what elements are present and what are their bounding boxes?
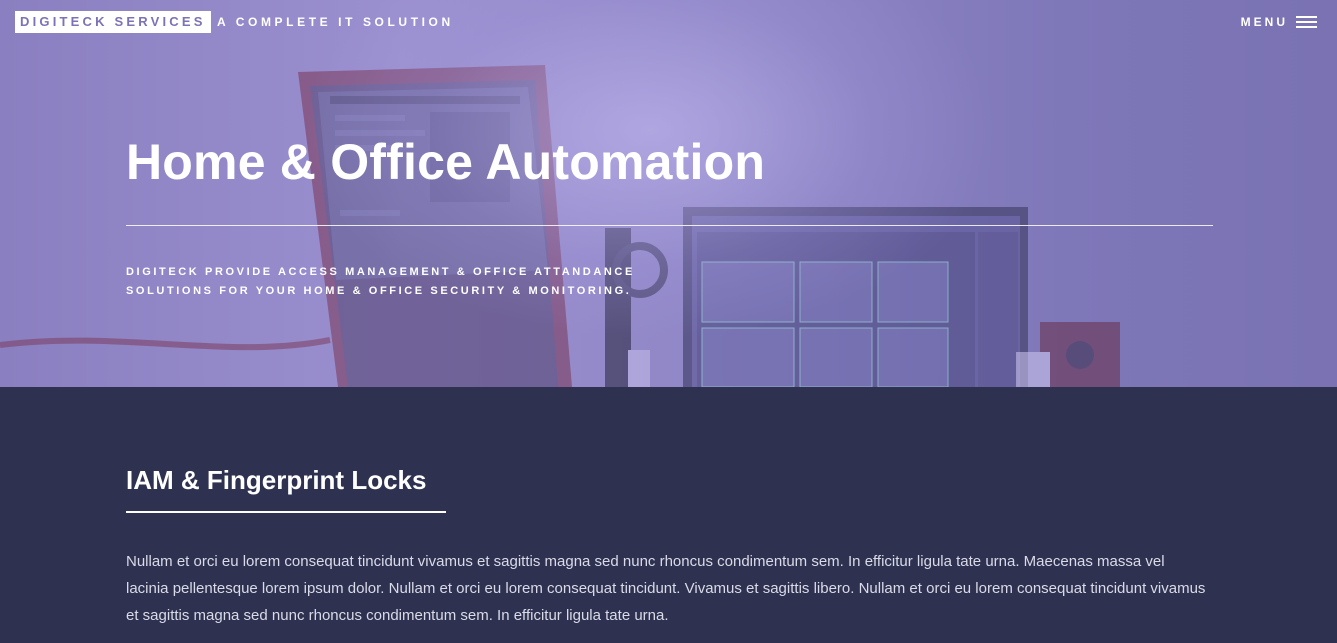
page: DIGITECK SERVICES A COMPLETE IT SOLUTION… — [0, 0, 1337, 643]
brand-logo-link[interactable]: DIGITECK SERVICES — [15, 11, 211, 33]
hero-banner: DIGITECK SERVICES A COMPLETE IT SOLUTION… — [0, 0, 1337, 387]
section-title-underline — [126, 511, 446, 513]
hamburger-icon — [1296, 16, 1317, 28]
content-section: IAM & Fingerprint Locks Nullam et orci e… — [0, 387, 1337, 643]
hero-divider — [126, 225, 1213, 226]
brand-tagline: A COMPLETE IT SOLUTION — [217, 15, 454, 29]
hero-subtitle: DIGITECK PROVIDE ACCESS MANAGEMENT & OFF… — [126, 266, 635, 297]
menu-button[interactable]: MENU — [1241, 13, 1317, 31]
top-navigation-bar: DIGITECK SERVICES A COMPLETE IT SOLUTION… — [0, 0, 1337, 44]
section-body-text: Nullam et orci eu lorem consequat tincid… — [126, 553, 1206, 624]
page-title: Home & Office Automation — [126, 134, 766, 190]
section-title: IAM & Fingerprint Locks — [126, 465, 427, 495]
menu-label: MENU — [1240, 15, 1288, 29]
